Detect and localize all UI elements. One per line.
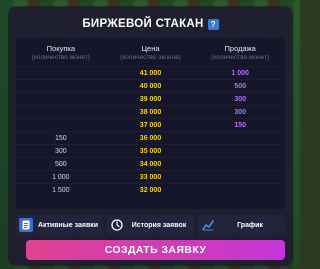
table-body: 41 000 1 000 40 000 500 39 000 300 38 00…: [16, 66, 285, 209]
order-book-window: БИРЖЕВОЙ СТАКАН ? Покупка (количество мо…: [9, 7, 292, 265]
price-value: 37 000: [139, 121, 162, 129]
column-sell-label: Продажа: [224, 43, 256, 53]
buy-quantity: 300: [54, 147, 67, 155]
sell-quantity: 300: [234, 95, 247, 103]
price-value: 32 000: [139, 186, 162, 194]
clock-icon: [110, 218, 124, 232]
table-row[interactable]: 1 000 33 000: [16, 170, 285, 183]
chart-button[interactable]: График: [198, 215, 285, 235]
table-row[interactable]: 1 500 32 000: [16, 183, 285, 196]
table-row[interactable]: 300 35 000: [16, 144, 285, 157]
order-book-table: Покупка (количество монет) Цена (количес…: [16, 38, 285, 209]
price-value: 35 000: [139, 147, 162, 155]
column-sell: Продажа (количество монет): [195, 38, 285, 66]
price-value: 41 000: [139, 69, 162, 77]
column-sell-sublabel: (количество монет): [211, 53, 270, 61]
table-row[interactable]: 500 34 000: [16, 157, 285, 170]
buy-quantity: 1 000: [52, 173, 70, 181]
sell-quantity: 1 000: [231, 69, 249, 77]
chart-line-icon: [201, 218, 215, 232]
document-icon: [19, 218, 33, 232]
sell-quantity: 150: [234, 121, 247, 129]
buy-quantity: 150: [54, 134, 67, 142]
column-price-sublabel: (количество эконов): [120, 53, 181, 61]
buy-quantity: 500: [54, 160, 67, 168]
column-buy: Покупка (количество монет): [16, 38, 106, 66]
sell-quantity: 300: [234, 108, 247, 116]
chart-label: График: [237, 221, 263, 229]
order-history-label: История заявок: [131, 221, 187, 229]
column-price-label: Цена: [141, 43, 160, 53]
table-row[interactable]: 150 36 000: [16, 131, 285, 144]
buy-quantity: 1 500: [52, 186, 70, 194]
sell-quantity: 500: [234, 82, 247, 90]
active-orders-label: Активные заявки: [37, 221, 99, 229]
table-row[interactable]: 37 000 150: [16, 118, 285, 131]
table-row[interactable]: 38 000 300: [16, 105, 285, 118]
table-header: Покупка (количество монет) Цена (количес…: [16, 38, 285, 66]
action-bar: Активные заявки История заявок График: [16, 215, 285, 235]
column-buy-sublabel: (количество монет): [31, 53, 90, 61]
price-value: 33 000: [139, 173, 162, 181]
price-value: 40 000: [139, 82, 162, 90]
price-value: 39 000: [139, 95, 162, 103]
order-history-button[interactable]: История заявок: [107, 215, 194, 235]
active-orders-button[interactable]: Активные заявки: [16, 215, 103, 235]
column-price: Цена (количество эконов): [106, 38, 196, 66]
title-bar: БИРЖЕВОЙ СТАКАН ?: [9, 16, 292, 32]
price-value: 36 000: [139, 134, 162, 142]
table-row[interactable]: 39 000 300: [16, 92, 285, 105]
help-icon[interactable]: ?: [207, 18, 219, 30]
column-buy-label: Покупка: [46, 43, 76, 53]
table-row[interactable]: 40 000 500: [16, 79, 285, 92]
price-value: 38 000: [139, 108, 162, 116]
create-order-button[interactable]: СОЗДАТЬ ЗАЯВКУ: [26, 240, 285, 260]
table-row[interactable]: 41 000 1 000: [16, 66, 285, 79]
window-title: БИРЖЕВОЙ СТАКАН: [82, 18, 204, 30]
price-value: 34 000: [139, 160, 162, 168]
